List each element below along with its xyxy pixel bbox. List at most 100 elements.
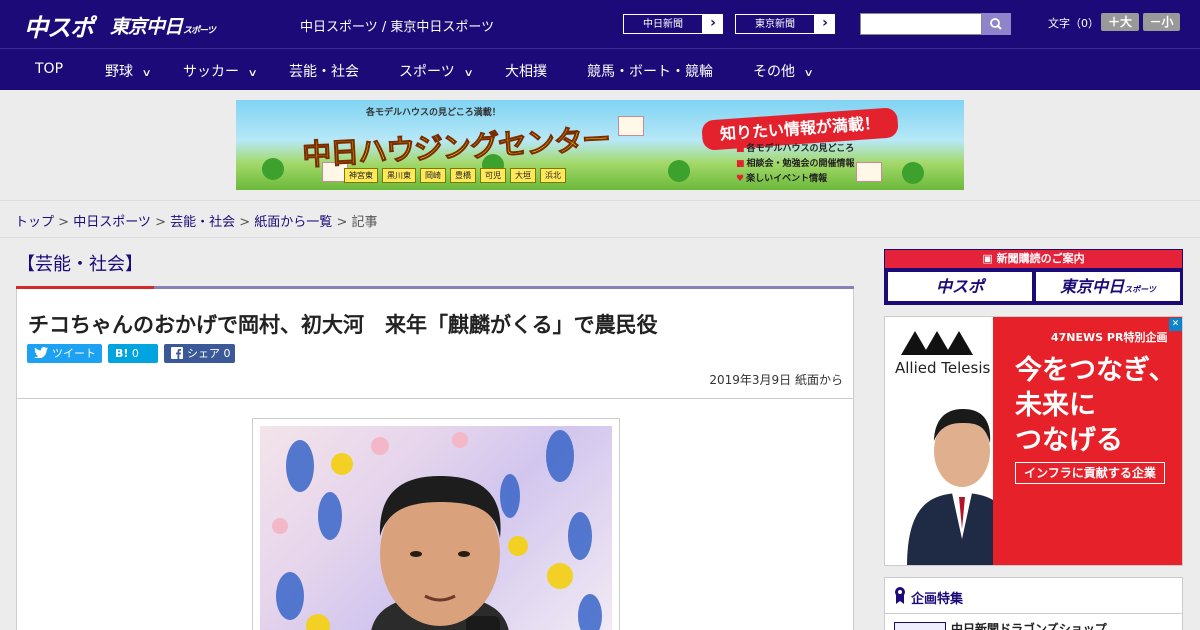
hatena-bookmark-button[interactable]: B! 0	[108, 344, 158, 363]
article-category[interactable]: 【芸能・社会】	[17, 250, 143, 276]
breadcrumb-bar: トップ > 中日スポーツ > 芸能・社会 > 紙面から一覧 > 記事	[0, 200, 1200, 238]
tokyo-chunichi-small: スポーツ	[1124, 285, 1156, 294]
breadcrumb: トップ > 中日スポーツ > 芸能・社会 > 紙面から一覧 > 記事	[15, 211, 378, 230]
article-headline: チコちゃんのおかげで岡村、初大河 来年「麒麟がくる」で農民役	[28, 313, 658, 337]
search-button[interactable]	[982, 13, 1011, 35]
feature-title: 企画特集	[911, 592, 964, 607]
nav-label: その他	[753, 64, 795, 80]
chunichi-link-label: 中日新聞	[623, 14, 703, 34]
share-count: 0	[223, 347, 231, 360]
place-tag: 大垣	[510, 168, 536, 183]
house-icon: ■	[736, 144, 745, 154]
tree-decoration	[668, 160, 690, 182]
ribbon-icon	[895, 587, 905, 604]
place-tag: 神宮東	[344, 168, 378, 183]
site-names: 中日スポーツ / 東京中日スポーツ	[300, 20, 495, 35]
feature-item-link[interactable]: 中日新聞ドラゴンズショップ	[951, 620, 1107, 630]
subscription-box: ▣ 新聞購読のご案内 中スポ 東京中日スポーツ	[884, 249, 1183, 305]
nav-label: 大相撲	[505, 64, 547, 80]
banner-area: 各モデルハウスの見どころ満載！ 中日ハウジングセンター 知りたい情報が満載！ ■…	[0, 90, 1200, 200]
nav-item-other[interactable]: その他 ∨	[753, 61, 814, 81]
ad-tag: 47NEWS PR特別企画	[1051, 331, 1168, 344]
breadcrumb-chunichi-sports[interactable]: 中日スポーツ	[73, 215, 151, 230]
tweet-label: ツイート	[52, 347, 96, 360]
chevron-right-icon: ›	[822, 15, 828, 31]
chuspo-logo[interactable]: 中スポ	[24, 8, 94, 43]
tokyo-shimbun-link[interactable]: 東京新聞 ›	[734, 13, 836, 35]
facebook-icon	[171, 347, 183, 359]
feature-divider	[885, 613, 1182, 614]
breadcrumb-sep: >	[54, 215, 74, 230]
subscription-heading: ▣ 新聞購読のご案内	[885, 250, 1182, 268]
allied-telesis-ad[interactable]: Allied Telesis 47NEWS PR特別企画 今をつなぎ、 未来に …	[884, 316, 1183, 566]
font-size-label: 文字（0）	[1048, 17, 1099, 30]
chunichi-shimbun-link[interactable]: 中日新聞 ›	[622, 13, 724, 35]
twitter-icon	[34, 347, 48, 359]
nav-item-soccer[interactable]: サッカー ∨	[183, 61, 258, 81]
nav-item-racing[interactable]: 競馬・ボート・競輪	[587, 61, 713, 81]
ad-close-icon[interactable]: ✕	[1169, 318, 1182, 331]
person-photo-illustration	[272, 430, 602, 630]
search-input[interactable]	[860, 13, 982, 35]
nav-item-top[interactable]: TOP	[35, 61, 63, 77]
chevron-down-icon: ∨	[141, 68, 152, 79]
banner-bullet: ■ 相談会・勉強会の開催情報	[736, 159, 855, 169]
banner-bullet: ■ 各モデルハウスの見どころ	[736, 144, 855, 154]
tree-decoration	[262, 158, 284, 180]
breadcrumb-sep: >	[332, 215, 352, 230]
place-tag: 岡崎	[420, 168, 446, 183]
breadcrumb-sep: >	[150, 215, 171, 230]
nav-label: 芸能・社会	[289, 64, 359, 80]
ad-copy-line: つなげる	[1015, 425, 1123, 456]
banner-main: 中日ハウジングセンター	[301, 121, 611, 173]
breadcrumb-entertainment[interactable]: 芸能・社会	[170, 215, 235, 230]
tokyo-chunichi-logo[interactable]: 東京中日スポーツ	[110, 12, 216, 39]
article-photo[interactable]	[252, 418, 620, 630]
tokyo-logo-text: 東京中日	[110, 16, 183, 38]
chevron-down-icon: ∨	[803, 68, 814, 79]
ad-logo-text: Allied Telesis	[895, 359, 991, 377]
article-divider	[17, 398, 853, 399]
top-header: 中スポ 東京中日スポーツ 中日スポーツ / 東京中日スポーツ 中日新聞 › 東京…	[0, 0, 1200, 48]
hatena-count: 0	[131, 347, 139, 360]
nav-label: 競馬・ボート・競輪	[587, 64, 713, 80]
chevron-down-icon: ∨	[463, 68, 474, 79]
ad-copy: 今をつなぎ、 未来に つなげる	[1015, 353, 1176, 458]
feature-box: 企画特集 中日新聞ドラゴンズショップ	[884, 577, 1183, 630]
ad-copy-line: 今をつなぎ、	[1015, 355, 1176, 386]
breadcrumb-top[interactable]: トップ	[15, 215, 54, 230]
nav-item-baseball[interactable]: 野球 ∨	[105, 61, 152, 81]
housing-center-banner[interactable]: 各モデルハウスの見どころ満載！ 中日ハウジングセンター 知りたい情報が満載！ ■…	[236, 100, 964, 190]
house-decoration	[856, 162, 882, 182]
nav-item-sumo[interactable]: 大相撲	[505, 61, 547, 81]
subscribe-tokyo-chunichi-button[interactable]: 東京中日スポーツ	[1036, 272, 1180, 301]
facebook-share-button[interactable]: シェア 0	[164, 344, 235, 363]
calendar-icon: ■	[736, 159, 745, 169]
tweet-button[interactable]: ツイート	[27, 344, 102, 363]
place-tag: 豊橋	[450, 168, 476, 183]
tokyo-chunichi-label: 東京中日	[1060, 277, 1125, 296]
ad-cta-button[interactable]: インフラに貢献する企業	[1015, 462, 1165, 484]
place-tag: 黒川東	[382, 168, 416, 183]
font-smaller-button[interactable]: －小	[1143, 13, 1180, 31]
article-card: チコちゃんのおかげで岡村、初大河 来年「麒麟がくる」で農民役 ツイート B! 0…	[16, 289, 854, 630]
font-larger-button[interactable]: ＋大	[1101, 13, 1139, 31]
banner-bullets: ■ 各モデルハウスの見どころ ■ 相談会・勉強会の開催情報 ♥ 楽しいイベント情報	[736, 142, 855, 187]
banner-bullet: ♥ 楽しいイベント情報	[736, 174, 828, 184]
breadcrumb-paper-list[interactable]: 紙面から一覧	[254, 215, 332, 230]
breadcrumb-current: 記事	[351, 215, 378, 230]
feature-thumbnail[interactable]	[894, 622, 946, 630]
place-tag: 可児	[480, 168, 506, 183]
banner-places: 神宮東 黒川東 岡崎 豊橋 可児 大垣 浜北	[344, 168, 566, 183]
subscription-heading-text: 新聞購読のご案内	[996, 252, 1085, 265]
heart-icon: ♥	[736, 174, 745, 184]
ad-copy-line: 未来に	[1015, 390, 1096, 421]
nav-label: 野球	[105, 64, 133, 80]
banner-sub: 各モデルハウスの見どころ満載！	[366, 108, 501, 118]
search-icon	[990, 18, 1002, 30]
share-label: シェア	[187, 347, 220, 360]
chevron-right-icon: ›	[710, 15, 716, 31]
subscribe-chuspo-button[interactable]: 中スポ	[888, 272, 1032, 301]
nav-item-sports[interactable]: スポーツ ∨	[399, 61, 474, 81]
nav-item-entertainment[interactable]: 芸能・社会	[289, 61, 359, 81]
